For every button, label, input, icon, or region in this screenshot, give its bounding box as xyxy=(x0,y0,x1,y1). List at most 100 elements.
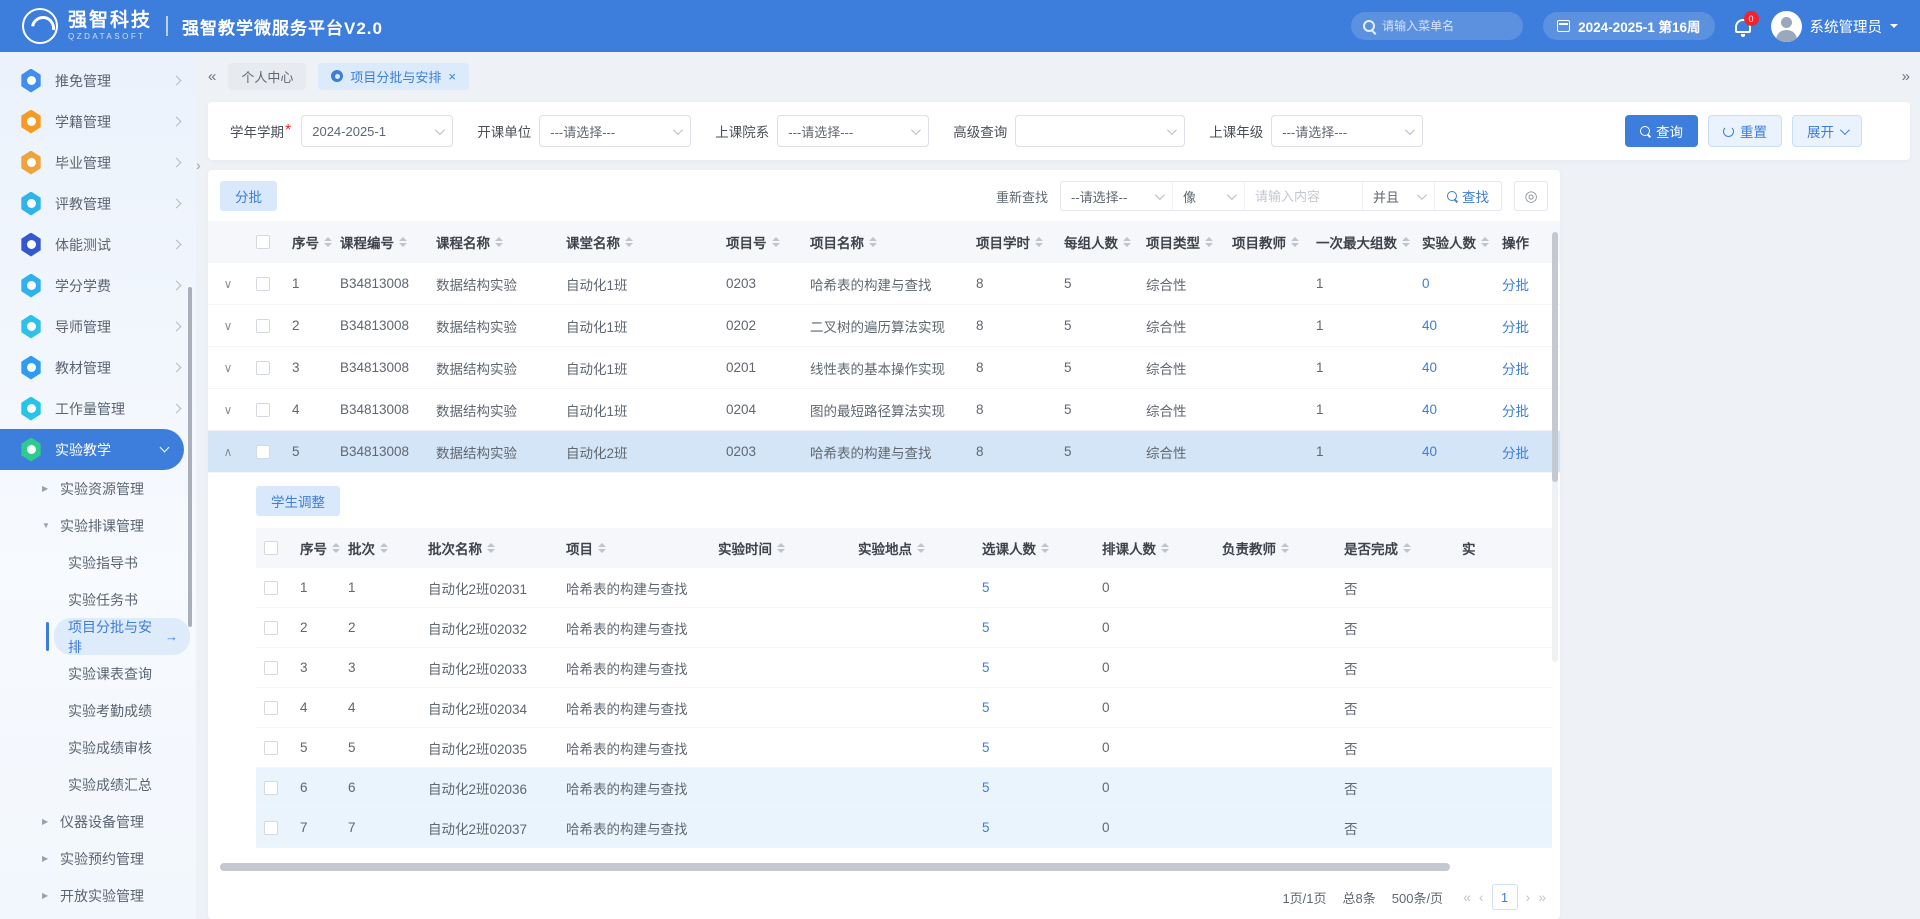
tabs-scroll-right-icon[interactable]: » xyxy=(1902,68,1910,85)
batch-action-link[interactable]: 分批 xyxy=(1502,400,1529,420)
sort-icon[interactable] xyxy=(869,237,877,247)
sort-icon[interactable] xyxy=(1403,543,1411,553)
find-field-select[interactable]: --请选择-- xyxy=(1061,182,1173,210)
column-settings-button[interactable]: ◎ xyxy=(1514,181,1548,211)
sort-icon[interactable] xyxy=(1281,543,1289,553)
grade-select[interactable]: ---请选择--- xyxy=(1271,115,1423,147)
sub-row-checkbox[interactable] xyxy=(264,781,278,795)
sidebar-item[interactable]: 推免管理 xyxy=(0,60,196,101)
sidebar-group-resource[interactable]: ▶ 实验资源管理 xyxy=(0,470,196,507)
sort-icon[interactable] xyxy=(399,237,407,247)
menu-search-input[interactable] xyxy=(1382,19,1502,33)
sub-table-row[interactable]: 5 5 自动化2班02035 哈希表的构建与查找 5 0 否 xyxy=(256,728,1552,768)
user-menu[interactable]: 系统管理员 xyxy=(1771,11,1899,42)
selected-count-link[interactable]: 5 xyxy=(982,620,990,635)
department-select[interactable]: ---请选择--- xyxy=(539,115,691,147)
sort-icon[interactable] xyxy=(1481,237,1489,247)
sub-table-row[interactable]: 6 6 自动化2班02036 哈希表的构建与查找 5 0 否 xyxy=(256,768,1552,808)
selected-count-link[interactable]: 5 xyxy=(982,580,990,595)
batch-action-link[interactable]: 分批 xyxy=(1502,442,1529,462)
sub-row-checkbox[interactable] xyxy=(264,581,278,595)
row-expand-icon[interactable]: ∨ xyxy=(224,403,233,417)
sub-table-row[interactable]: 4 4 自动化2班02034 哈希表的构建与查找 5 0 否 xyxy=(256,688,1552,728)
sort-icon[interactable] xyxy=(380,543,388,553)
research-button[interactable]: 重新查找 xyxy=(996,187,1048,206)
table-row[interactable]: ∨ 1 B34813008 数据结构实验 自动化1班 0203 哈希表的构建与查… xyxy=(208,263,1560,305)
vertical-scrollbar-thumb[interactable] xyxy=(1552,232,1558,482)
batch-action-link[interactable]: 分批 xyxy=(1502,358,1529,378)
prev-page-icon[interactable]: ‹ xyxy=(1479,889,1484,905)
sidebar-item[interactable]: 学分学费 xyxy=(0,265,196,306)
sidebar-leaf-item[interactable]: 实验考勤成绩 xyxy=(54,692,196,729)
sub-row-checkbox[interactable] xyxy=(264,741,278,755)
college-select[interactable]: ---请选择--- xyxy=(777,115,929,147)
sort-icon[interactable] xyxy=(332,543,340,553)
students-count-link[interactable]: 40 xyxy=(1422,360,1437,375)
sort-icon[interactable] xyxy=(1205,237,1213,247)
sidebar-group[interactable]: ▶ 实验预约管理 xyxy=(0,840,196,877)
expand-button[interactable]: 展开 xyxy=(1792,115,1862,147)
horizontal-scrollbar[interactable] xyxy=(216,861,1552,873)
sidebar-scrollbar[interactable] xyxy=(188,287,192,627)
horizontal-scrollbar-thumb[interactable] xyxy=(220,863,1450,871)
students-count-link[interactable]: 0 xyxy=(1422,276,1430,291)
query-button[interactable]: 查询 xyxy=(1625,115,1698,147)
sub-row-checkbox[interactable] xyxy=(264,821,278,835)
sort-icon[interactable] xyxy=(1041,543,1049,553)
table-row[interactable]: ∨ 3 B34813008 数据结构实验 自动化1班 0201 线性表的基本操作… xyxy=(208,347,1560,389)
sub-table-row[interactable]: 2 2 自动化2班02032 哈希表的构建与查找 5 0 否 xyxy=(256,608,1552,648)
selected-count-link[interactable]: 5 xyxy=(982,660,990,675)
row-checkbox[interactable] xyxy=(256,277,270,291)
sidebar-leaf-item[interactable]: 实验课表查询 xyxy=(54,655,196,692)
find-operator-select[interactable]: 像 xyxy=(1173,182,1245,210)
select-all-checkbox[interactable] xyxy=(256,235,270,249)
sidebar-item[interactable]: 导师管理 xyxy=(0,306,196,347)
menu-search-box[interactable] xyxy=(1351,12,1523,40)
students-count-link[interactable]: 40 xyxy=(1422,444,1437,459)
sort-icon[interactable] xyxy=(625,237,633,247)
sort-icon[interactable] xyxy=(1161,543,1169,553)
row-checkbox[interactable] xyxy=(256,445,270,459)
sub-row-checkbox[interactable] xyxy=(264,701,278,715)
row-expand-icon[interactable]: ∨ xyxy=(224,361,233,375)
sidebar-group[interactable]: ▶ 仪器设备管理 xyxy=(0,803,196,840)
sidebar-group[interactable]: ▶ 开放实验管理 xyxy=(0,877,196,914)
selected-count-link[interactable]: 5 xyxy=(982,820,990,835)
table-row[interactable]: ∨ 4 B34813008 数据结构实验 自动化1班 0204 图的最短路径算法… xyxy=(208,389,1560,431)
sub-row-checkbox[interactable] xyxy=(264,661,278,675)
sub-row-checkbox[interactable] xyxy=(264,621,278,635)
sub-select-all-checkbox[interactable] xyxy=(264,541,278,555)
sidebar-item-experiment-teaching[interactable]: 实验教学 xyxy=(0,429,184,470)
sidebar-leaf-item[interactable]: 实验指导书 xyxy=(54,544,196,581)
term-select[interactable]: 2024-2025-1 xyxy=(301,115,453,147)
sidebar-leaf-item[interactable]: 实验任务书 xyxy=(54,581,196,618)
student-adjust-button[interactable]: 学生调整 xyxy=(256,486,340,516)
row-checkbox[interactable] xyxy=(256,361,270,375)
batch-action-link[interactable]: 分批 xyxy=(1502,274,1529,294)
sidebar-item[interactable]: 评教管理 xyxy=(0,183,196,224)
sidebar-leaf-item[interactable]: 项目分批与安排 → xyxy=(54,618,190,655)
advanced-query-select[interactable] xyxy=(1015,115,1185,147)
sort-icon[interactable] xyxy=(1035,237,1043,247)
batch-action-link[interactable]: 分批 xyxy=(1502,316,1529,336)
first-page-icon[interactable]: « xyxy=(1463,889,1471,905)
find-logic-select[interactable]: 并且 xyxy=(1363,182,1435,210)
sidebar-item[interactable]: 教材管理 xyxy=(0,347,196,388)
row-expand-icon[interactable]: ∧ xyxy=(224,445,233,459)
row-expand-icon[interactable]: ∨ xyxy=(224,319,233,333)
row-checkbox[interactable] xyxy=(256,403,270,417)
selected-count-link[interactable]: 5 xyxy=(982,700,990,715)
sidebar-item[interactable]: 学籍管理 xyxy=(0,101,196,142)
students-count-link[interactable]: 40 xyxy=(1422,402,1437,417)
term-week-selector[interactable]: 2024-2025-1 第16周 xyxy=(1543,12,1714,40)
tabs-scroll-left-icon[interactable]: « xyxy=(208,68,216,85)
table-row[interactable]: ∧ 5 B34813008 数据结构实验 自动化2班 0203 哈希表的构建与查… xyxy=(208,431,1560,473)
close-icon[interactable]: × xyxy=(448,69,456,84)
sort-icon[interactable] xyxy=(772,237,780,247)
sort-icon[interactable] xyxy=(324,237,332,247)
sidebar-item[interactable]: 工作量管理 xyxy=(0,388,196,429)
tab-personal-center[interactable]: 个人中心 xyxy=(228,63,306,90)
batch-button[interactable]: 分批 xyxy=(220,181,277,211)
sort-icon[interactable] xyxy=(1402,237,1410,247)
sidebar-collapse-handle[interactable]: › xyxy=(196,157,201,173)
